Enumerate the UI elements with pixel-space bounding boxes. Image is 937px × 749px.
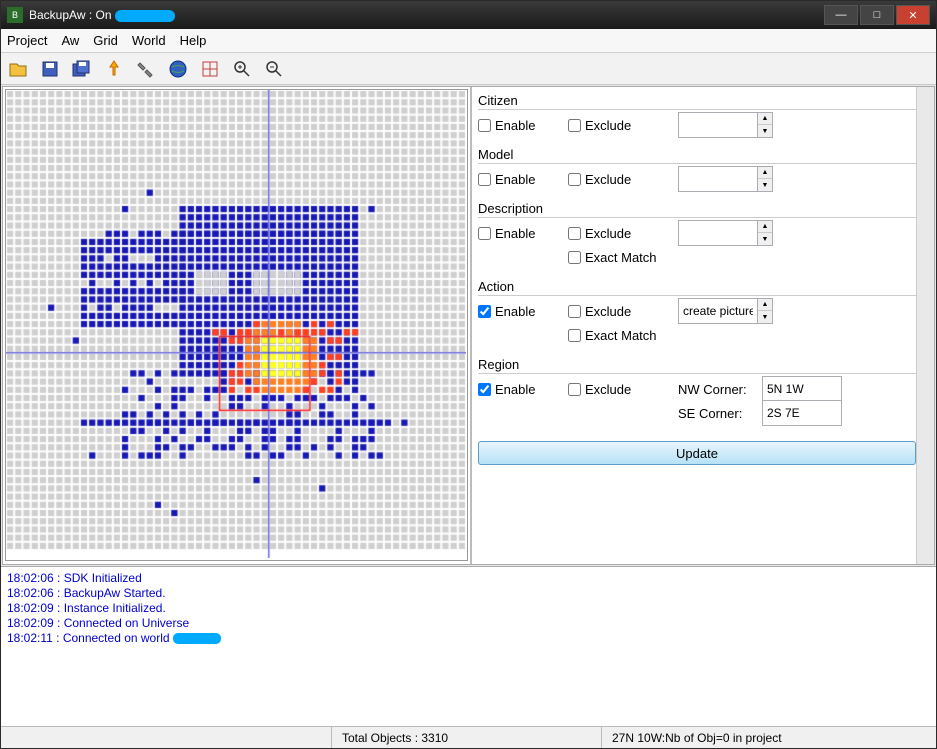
menubar: Project Aw Grid World Help xyxy=(1,29,936,53)
model-input[interactable] xyxy=(678,166,758,192)
window-title: BackupAw : On xyxy=(29,8,824,22)
menu-grid[interactable]: Grid xyxy=(93,33,118,48)
status-empty xyxy=(1,727,331,748)
model-title: Model xyxy=(478,147,916,164)
model-exclude-checkbox[interactable] xyxy=(568,173,581,186)
description-input[interactable] xyxy=(678,220,758,246)
app-window: B BackupAw : On — □ ✕ Project Aw Grid Wo… xyxy=(0,0,937,749)
region-exclude-label: Exclude xyxy=(585,382,631,397)
maximize-button[interactable]: □ xyxy=(860,5,894,25)
description-exclude-checkbox[interactable] xyxy=(568,227,581,240)
menu-help[interactable]: Help xyxy=(180,33,207,48)
model-enable-checkbox[interactable] xyxy=(478,173,491,186)
update-button[interactable]: Update xyxy=(478,441,916,465)
minimize-button[interactable]: — xyxy=(824,5,858,25)
tools-icon[interactable] xyxy=(133,56,159,82)
description-group: Description Enable Exclude ▲▼ Exact Matc… xyxy=(478,201,916,269)
region-exclude-checkbox[interactable] xyxy=(568,383,581,396)
app-icon: B xyxy=(7,7,23,23)
description-exact-label: Exact Match xyxy=(585,250,657,265)
close-button[interactable]: ✕ xyxy=(896,5,930,25)
statusbar: Total Objects : 3310 27N 10W:Nb of Obj=0… xyxy=(1,726,936,748)
model-group: Model Enable Exclude ▲▼ xyxy=(478,147,916,191)
action-title: Action xyxy=(478,279,916,296)
citizen-input[interactable] xyxy=(678,112,758,138)
description-spinner[interactable]: ▲▼ xyxy=(758,220,773,246)
log-line: 18:02:09 : Connected on Universe xyxy=(7,616,930,631)
export-icon[interactable] xyxy=(101,56,127,82)
citizen-exclude-checkbox[interactable] xyxy=(568,119,581,132)
nw-corner-input[interactable] xyxy=(762,376,842,402)
citizen-group: Citizen Enable Exclude ▲▼ xyxy=(478,93,916,137)
open-icon[interactable] xyxy=(5,56,31,82)
region-enable-checkbox[interactable] xyxy=(478,383,491,396)
grid-view[interactable] xyxy=(5,89,468,561)
region-group: Region Enable Exclude NW Corner: SE Corn… xyxy=(478,357,916,425)
citizen-enable-label: Enable xyxy=(495,118,535,133)
se-corner-label: SE Corner: xyxy=(678,406,758,421)
model-enable-label: Enable xyxy=(495,172,535,187)
action-exclude-checkbox[interactable] xyxy=(568,305,581,318)
description-exclude-label: Exclude xyxy=(585,226,631,241)
menu-aw[interactable]: Aw xyxy=(61,33,79,48)
menu-project[interactable]: Project xyxy=(7,33,47,48)
titlebar[interactable]: B BackupAw : On — □ ✕ xyxy=(1,1,936,29)
description-exact-checkbox[interactable] xyxy=(568,251,581,264)
se-corner-input[interactable] xyxy=(762,400,842,426)
action-spinner[interactable]: ▲▼ xyxy=(758,298,773,324)
action-input[interactable] xyxy=(678,298,758,324)
log-panel[interactable]: 18:02:06 : SDK Initialized18:02:06 : Bac… xyxy=(1,566,936,726)
content-area: Citizen Enable Exclude ▲▼ Model Enable E… xyxy=(2,86,935,565)
world-icon[interactable] xyxy=(165,56,191,82)
status-coord: 27N 10W:Nb of Obj=0 in project xyxy=(601,727,792,748)
action-group: Action Enable Exclude ▲▼ Exact Match xyxy=(478,279,916,347)
region-title: Region xyxy=(478,357,916,374)
status-total: Total Objects : 3310 xyxy=(331,727,601,748)
log-line: 18:02:11 : Connected on world xyxy=(7,631,930,646)
menu-world[interactable]: World xyxy=(132,33,166,48)
citizen-title: Citizen xyxy=(478,93,916,110)
description-title: Description xyxy=(478,201,916,218)
description-enable-label: Enable xyxy=(495,226,535,241)
action-exact-checkbox[interactable] xyxy=(568,329,581,342)
action-exclude-label: Exclude xyxy=(585,304,631,319)
region-enable-label: Enable xyxy=(495,382,535,397)
action-enable-checkbox[interactable] xyxy=(478,305,491,318)
action-exact-label: Exact Match xyxy=(585,328,657,343)
filter-panel: Citizen Enable Exclude ▲▼ Model Enable E… xyxy=(470,87,934,564)
save-icon[interactable] xyxy=(37,56,63,82)
model-exclude-label: Exclude xyxy=(585,172,631,187)
citizen-spinner[interactable]: ▲▼ xyxy=(758,112,773,138)
citizen-exclude-label: Exclude xyxy=(585,118,631,133)
action-enable-label: Enable xyxy=(495,304,535,319)
log-line: 18:02:06 : BackupAw Started. xyxy=(7,586,930,601)
citizen-enable-checkbox[interactable] xyxy=(478,119,491,132)
map-icon[interactable] xyxy=(197,56,223,82)
model-spinner[interactable]: ▲▼ xyxy=(758,166,773,192)
log-line: 18:02:06 : SDK Initialized xyxy=(7,571,930,586)
description-enable-checkbox[interactable] xyxy=(478,227,491,240)
saveall-icon[interactable] xyxy=(69,56,95,82)
nw-corner-label: NW Corner: xyxy=(678,382,758,397)
zoomin-icon[interactable] xyxy=(229,56,255,82)
zoomout-icon[interactable] xyxy=(261,56,287,82)
toolbar xyxy=(1,53,936,85)
log-line: 18:02:09 : Instance Initialized. xyxy=(7,601,930,616)
